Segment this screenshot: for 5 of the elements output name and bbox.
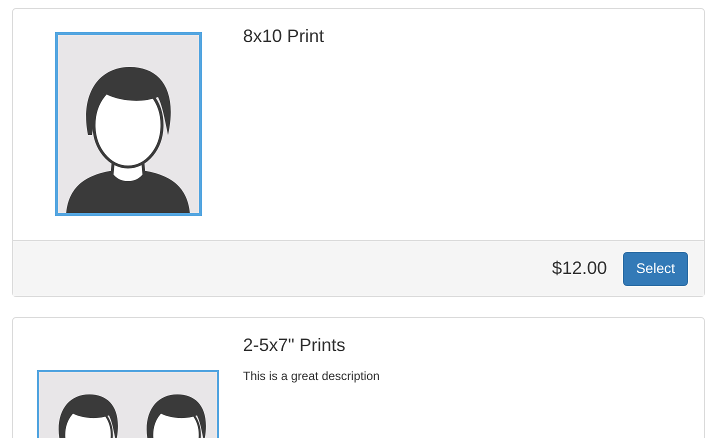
select-button[interactable]: Select	[623, 252, 688, 286]
product-title: 8x10 Print	[243, 25, 324, 48]
product-title: 2-5x7" Prints	[243, 334, 346, 357]
product-description: This is a great description	[243, 368, 380, 385]
price: $12.00	[552, 257, 608, 280]
